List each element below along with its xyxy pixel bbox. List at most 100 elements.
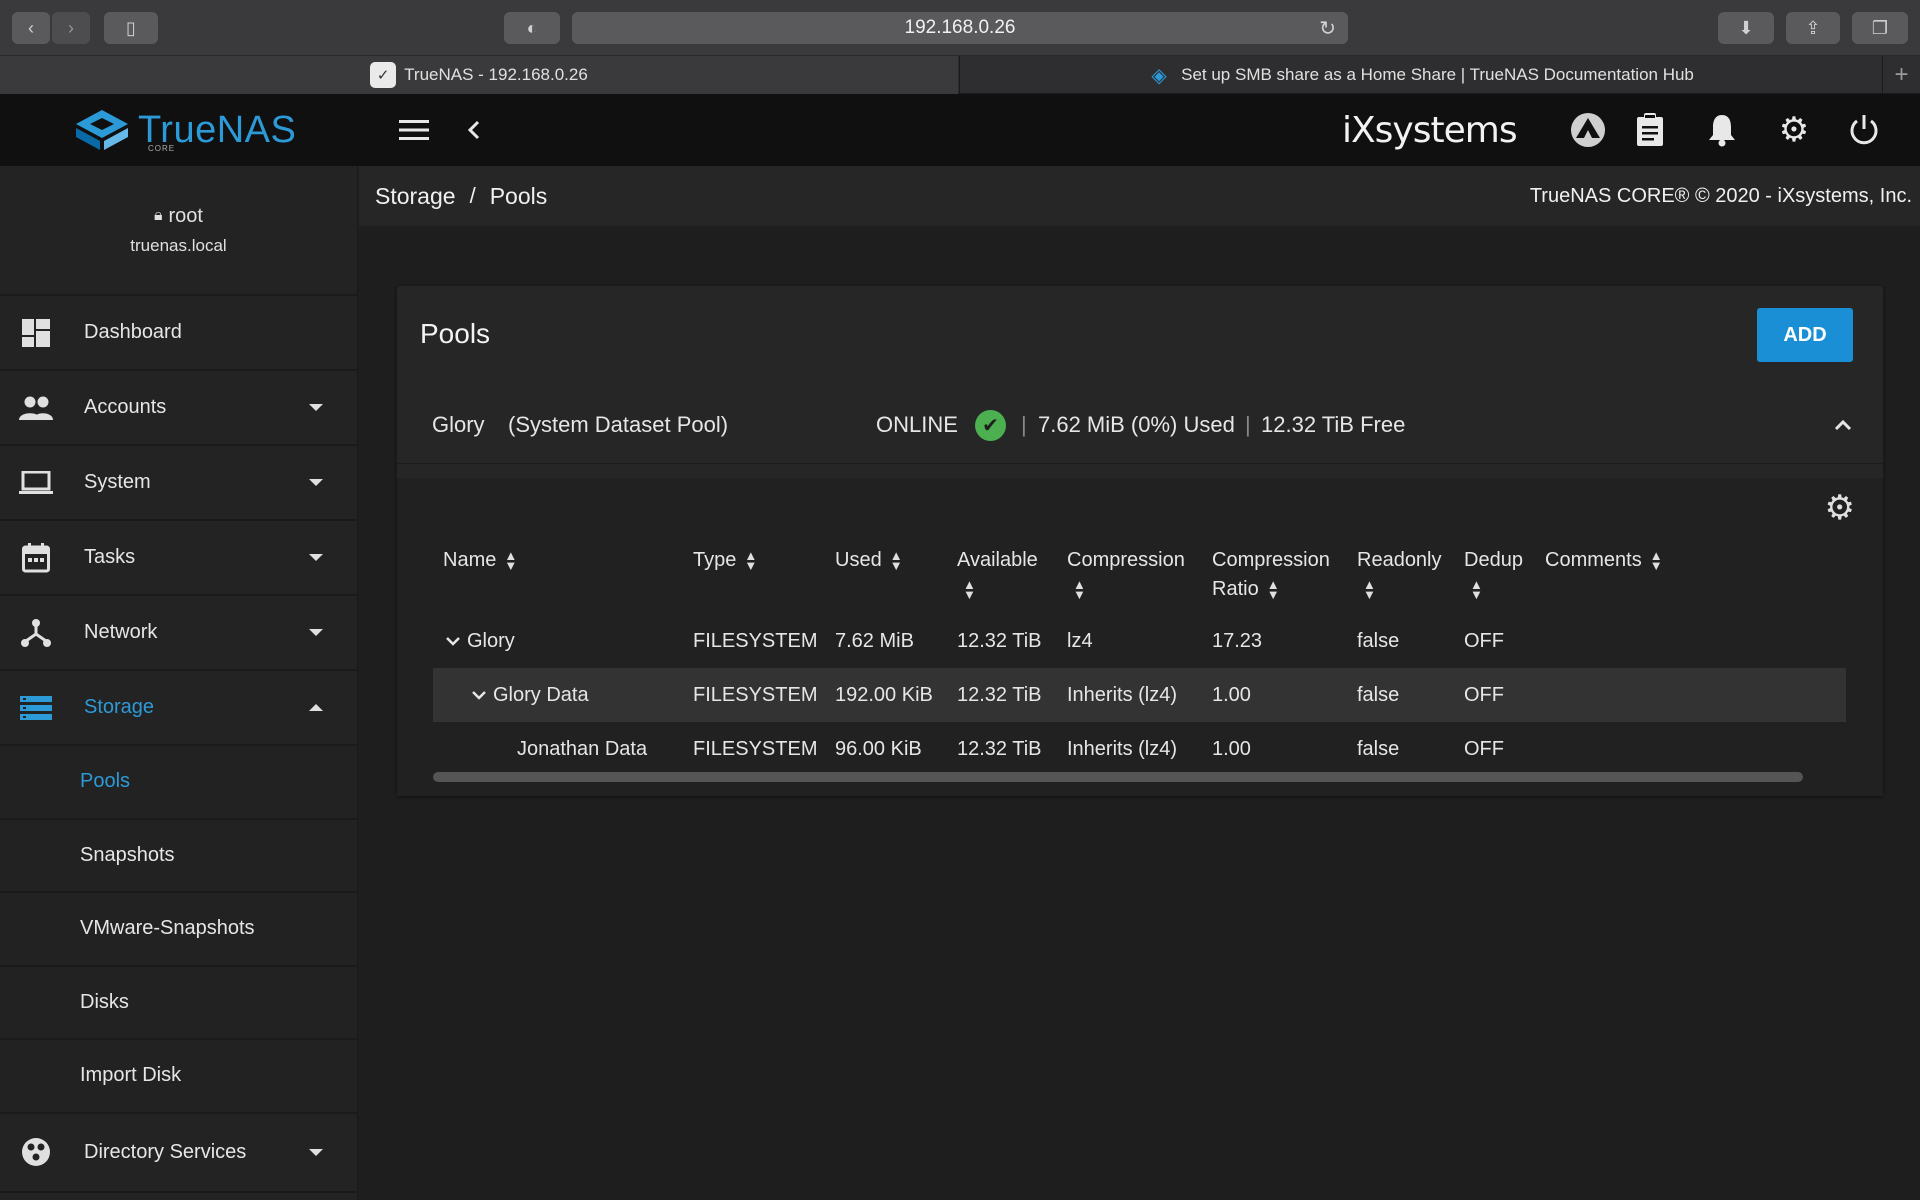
task-manager-button[interactable] <box>1632 112 1668 148</box>
sort-icon: ▲ ▼ <box>1470 576 1483 602</box>
pool-free: 12.32 TiB Free <box>1261 412 1406 437</box>
sort-icon: ▲ ▼ <box>1363 576 1376 602</box>
column-header-used[interactable]: Used ▲ ▼ <box>835 546 903 575</box>
divider: | <box>1245 412 1251 437</box>
sidebar-item-directory-services[interactable]: Directory Services <box>0 1114 357 1193</box>
sidebar-item-network[interactable]: Network <box>0 596 357 671</box>
network-icon <box>18 615 54 651</box>
pool-header-row[interactable]: Glory (System Dataset Pool) ONLINE ✔ | 7… <box>397 386 1883 464</box>
expand-chevron-icon[interactable] <box>471 684 487 707</box>
column-header-type[interactable]: Type ▲ ▼ <box>693 546 757 575</box>
sort-icon: ▲ ▼ <box>1073 576 1086 602</box>
gear-icon: ⚙ <box>1778 111 1810 149</box>
sidebar-subitem-snapshots[interactable]: Snapshots <box>0 819 357 893</box>
downloads-button[interactable]: ⬇ <box>1718 12 1774 44</box>
notifications-button[interactable] <box>1704 112 1740 148</box>
expand-chevron-icon[interactable] <box>445 630 461 653</box>
privacy-button[interactable]: ◐ <box>504 12 560 44</box>
horizontal-scrollbar[interactable] <box>433 772 1803 782</box>
pool-operations-gear-icon[interactable]: ⚙ <box>1825 488 1855 528</box>
storage-icon <box>18 690 54 726</box>
divider: | <box>1021 412 1027 437</box>
browser-toolbar: ‹ › ▯ ◐ 192.168.0.26 ↻ ⬇ ⇪ ❐ <box>0 0 1920 56</box>
dataset-readonly: false <box>1357 684 1400 706</box>
truecommand-button[interactable] <box>1570 112 1606 148</box>
breadcrumb-storage[interactable]: Storage <box>375 183 456 210</box>
menu-toggle-button[interactable] <box>396 112 432 148</box>
sidebar-item-tasks[interactable]: Tasks <box>0 521 357 596</box>
column-header-compression[interactable]: Compression ▲ ▼ <box>1067 546 1185 604</box>
new-tab-button[interactable]: + <box>1882 56 1920 94</box>
column-header-readonly[interactable]: Readonly ▲ ▼ <box>1357 546 1442 604</box>
chevron-up-icon[interactable] <box>1833 412 1853 438</box>
share-button[interactable]: ⇪ <box>1786 12 1840 44</box>
lock-icon: 🔒︎ <box>154 207 163 224</box>
table-row[interactable]: Jonathan Data FILESYSTEM 96.00 KiB 12.32… <box>433 722 1846 776</box>
caret-down-icon <box>309 1148 323 1156</box>
column-header-dedup[interactable]: Dedup ▲ ▼ <box>1464 546 1523 604</box>
table-row[interactable]: Glory FILESYSTEM 7.62 MiB 12.32 TiB lz4 … <box>433 614 1846 668</box>
calendar-icon <box>18 540 54 576</box>
dataset-name: Jonathan Data <box>517 738 648 760</box>
tab-truenas[interactable]: ✓ TrueNAS - 192.168.0.26 <box>0 56 958 94</box>
laptop-icon <box>18 465 54 501</box>
logo-subtext: CORE <box>148 144 176 153</box>
caret-down-icon <box>309 479 323 486</box>
back-nav-button[interactable] <box>456 112 492 148</box>
truenas-logo[interactable]: TrueNAS <box>74 108 296 152</box>
url-text: 192.168.0.26 <box>904 17 1016 38</box>
column-header-available[interactable]: Available ▲ ▼ <box>957 546 1038 604</box>
chevron-left-icon <box>467 120 480 140</box>
column-header-compression-ratio[interactable]: Compression Ratio ▲ ▼ <box>1212 546 1330 604</box>
column-header-label: Readonly <box>1357 549 1442 571</box>
dataset-used: 192.00 KiB <box>835 684 933 706</box>
column-header-label: Type <box>693 549 737 571</box>
dataset-ratio: 1.00 <box>1212 684 1251 706</box>
download-icon: ⬇ <box>1738 17 1754 38</box>
ixsystems-logo[interactable]: iXsystems <box>1342 110 1518 151</box>
dataset-dedup: OFF <box>1464 684 1504 706</box>
power-button[interactable] <box>1846 112 1882 148</box>
sidebar-item-system[interactable]: System <box>0 446 357 521</box>
sidebar-item-dashboard[interactable]: Dashboard <box>0 296 357 371</box>
sidebar-subitem-disks[interactable]: Disks <box>0 966 357 1040</box>
dataset-type: FILESYSTEM <box>693 630 818 652</box>
reload-icon[interactable]: ↻ <box>1319 16 1336 41</box>
column-header-label: Ratio <box>1212 578 1259 600</box>
sidebar-item-accounts[interactable]: Accounts <box>0 371 357 446</box>
back-button[interactable]: ‹ <box>12 12 50 44</box>
page-title: Pools <box>420 318 491 349</box>
sidebar-subitem-import-disk[interactable]: Import Disk <box>0 1040 357 1114</box>
dataset-available: 12.32 TiB <box>957 684 1042 706</box>
sidebar-item-label: Dashboard <box>84 321 182 343</box>
sidebar-toggle-button[interactable]: ▯ <box>104 12 158 44</box>
dataset-compression: Inherits (lz4) <box>1067 738 1178 760</box>
caret-up-icon <box>309 704 323 711</box>
column-header-label: Available <box>957 549 1038 571</box>
shield-icon: ◐ <box>526 17 538 38</box>
dataset-available: 12.32 TiB <box>957 630 1042 652</box>
column-header-label: Used <box>835 549 882 571</box>
sidebar-subitem-vmware-snapshots[interactable]: VMware-Snapshots <box>0 893 357 967</box>
pool-status: ONLINE <box>876 412 958 437</box>
url-bar[interactable]: 192.168.0.26 ↻ <box>572 12 1348 44</box>
tab-label: Set up SMB share as a Home Share | TrueN… <box>1181 65 1694 84</box>
sidebar-subitem-pools[interactable]: Pools <box>0 746 357 820</box>
ixsystems-logo-text: iXsystems <box>1342 110 1518 151</box>
settings-button[interactable]: ⚙ <box>1776 111 1812 149</box>
dataset-readonly: false <box>1357 630 1400 652</box>
dataset-compression: Inherits (lz4) <box>1067 684 1178 706</box>
column-header-name[interactable]: Name ▲ ▼ <box>443 546 517 575</box>
table-row[interactable]: Glory Data FILESYSTEM 192.00 KiB 12.32 T… <box>433 668 1846 722</box>
sidebar-item-storage[interactable]: Storage <box>0 671 357 746</box>
column-header-comments[interactable]: Comments ▲ ▼ <box>1545 546 1663 575</box>
sort-icon: ▲ ▼ <box>504 547 518 573</box>
forward-button[interactable]: › <box>52 12 90 44</box>
app-header: TrueNAS CORE iXsystems ⚙ <box>0 94 1920 166</box>
dataset-used: 96.00 KiB <box>835 738 922 760</box>
tab-docs[interactable]: ◈ Set up SMB share as a Home Share | Tru… <box>959 56 1881 94</box>
tabs-overview-button[interactable]: ❐ <box>1852 12 1908 44</box>
dataset-dedup: OFF <box>1464 630 1504 652</box>
dataset-name: Glory Data <box>493 684 589 706</box>
add-pool-button[interactable]: ADD <box>1757 308 1853 362</box>
